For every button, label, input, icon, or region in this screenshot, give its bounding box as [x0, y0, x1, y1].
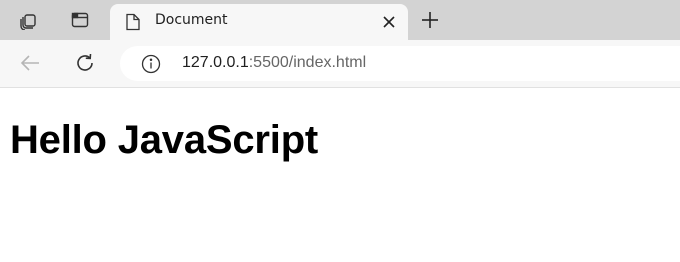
toolbar: 127.0.0.1:5500/index.html — [0, 40, 680, 87]
tab-actions-icon[interactable] — [68, 8, 92, 32]
url-text: 127.0.0.1:5500/index.html — [182, 54, 366, 72]
url-path: :5500/index.html — [248, 54, 367, 71]
url-host: 127.0.0.1 — [182, 54, 249, 71]
tab-title: Document — [155, 12, 228, 28]
back-arrow-icon[interactable] — [18, 51, 42, 75]
plus-icon[interactable] — [418, 8, 442, 32]
close-icon[interactable] — [380, 13, 398, 31]
workspaces-icon[interactable] — [16, 8, 40, 32]
document-icon — [125, 13, 141, 35]
refresh-icon[interactable] — [73, 51, 97, 75]
tab-bar: Document — [0, 0, 680, 40]
page-heading: Hello JavaScript — [10, 118, 319, 162]
page-content: Hello JavaScript — [0, 88, 680, 262]
info-icon[interactable] — [141, 54, 161, 78]
tab-document[interactable]: Document — [110, 4, 408, 40]
address-bar[interactable]: 127.0.0.1:5500/index.html — [120, 46, 680, 81]
